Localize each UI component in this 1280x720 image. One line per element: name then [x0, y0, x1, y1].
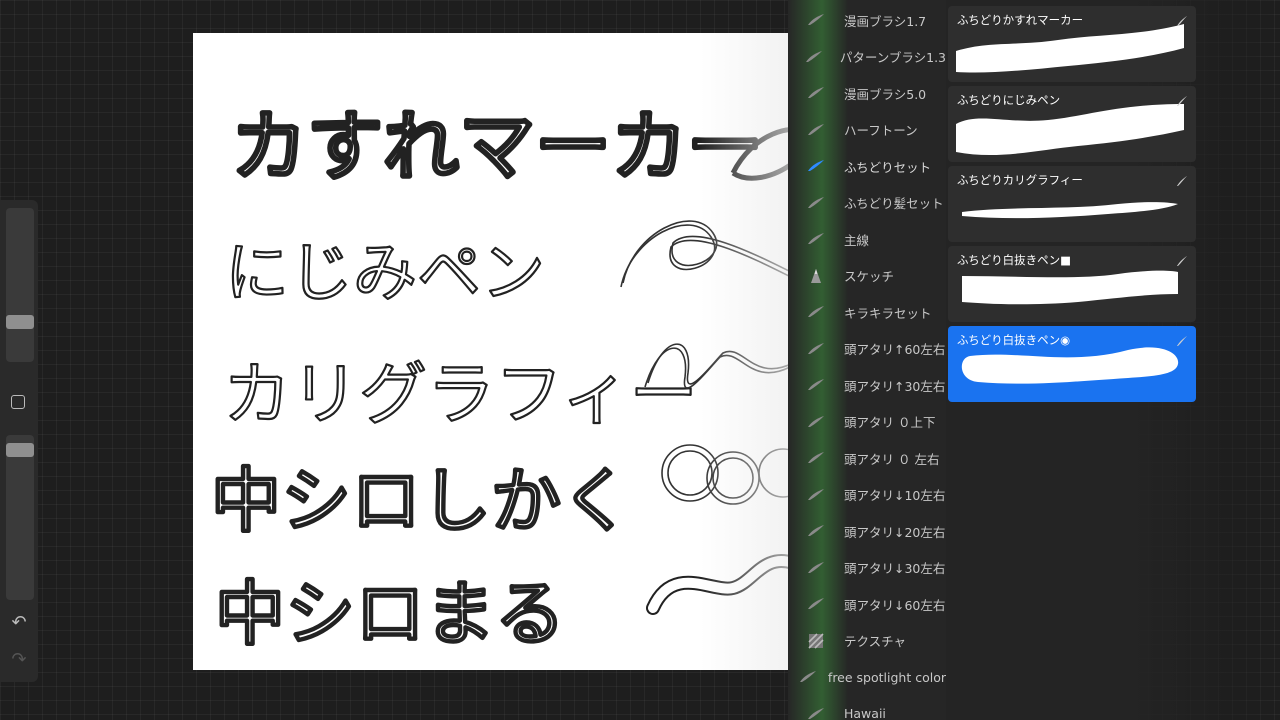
brush-card[interactable]: ふちどりかすれマーカー: [948, 6, 1196, 82]
brush-set-label: 頭アタリ ０ 左右: [844, 451, 940, 467]
brush-type-icon: [1176, 12, 1188, 26]
pencil-tip-icon: [788, 258, 844, 294]
brush-set-item[interactable]: 頭アタリ ０上下: [788, 404, 946, 440]
brush-set-item[interactable]: ハーフトーン: [788, 112, 946, 148]
canvas-line-round: 中シロまる: [215, 573, 565, 655]
brush-set-icon: [788, 586, 844, 622]
brush-set-item[interactable]: 頭アタリ↑30左右: [788, 367, 946, 403]
brush-set-icon: [788, 75, 844, 111]
brush-type-icon: [1176, 252, 1188, 266]
brush-set-label: 主線: [844, 232, 870, 248]
brush-set-label: Hawaii: [844, 706, 886, 720]
brush-set-icon: [788, 513, 844, 549]
undo-icon[interactable]: ↶: [9, 613, 29, 633]
brush-set-item[interactable]: Hawaii: [788, 696, 946, 720]
brush-set-icon: [788, 221, 844, 257]
brush-set-item[interactable]: パターンブラシ1.3: [788, 39, 946, 75]
brush-set-icon: [788, 550, 844, 586]
brush-set-item[interactable]: free spotlight color: [788, 659, 946, 695]
brush-size-thumb[interactable]: [6, 315, 34, 329]
brush-list: ふちどりかすれマーカー ふちどりにじみペンふちどりカリグラフィー ふちどり白抜きペン…: [948, 0, 1196, 720]
brush-set-icon: [788, 185, 844, 221]
brush-set-label: 頭アタリ↑60左右: [844, 342, 946, 357]
brush-type-icon: [1176, 332, 1188, 346]
opacity-thumb[interactable]: [6, 443, 34, 457]
brush-set-label: 頭アタリ↓60左右: [844, 597, 946, 613]
modify-button[interactable]: [11, 395, 25, 409]
brush-name: ふちどり白抜きペン■: [957, 253, 1072, 267]
brush-name: ふちどり白抜きペン◉: [957, 333, 1071, 347]
brush-set-label: ふちどり髪セット: [844, 196, 944, 211]
brush-set-label: スケッチ: [844, 269, 895, 284]
brush-set-label: 頭アタリ↓30左右: [844, 561, 946, 576]
brush-set-item[interactable]: 頭アタリ↓20左右: [788, 513, 946, 549]
brush-set-label: ふちどりセット: [844, 159, 932, 175]
texture-icon: [788, 623, 844, 659]
brush-type-icon: [1176, 172, 1188, 186]
brush-set-label: ハーフトーン: [844, 123, 918, 138]
brush-sets-list: 漫画ブラシ1.7 パターンブラシ1.3 漫画ブラシ5.0 ハーフトーン ふちどりセットふ…: [788, 0, 946, 720]
brush-type-icon: [1176, 92, 1188, 106]
brush-size-slider[interactable]: [6, 208, 34, 362]
brush-set-item[interactable]: スケッチ: [788, 258, 946, 294]
brush-set-icon: [788, 367, 844, 403]
brush-set-label: パターンブラシ1.3: [839, 50, 946, 65]
brush-set-item[interactable]: 頭アタリ↓60左右: [788, 586, 946, 622]
brush-set-icon: [788, 112, 844, 148]
brush-name: ふちどりかすれマーカー: [957, 13, 1084, 27]
brush-set-icon: [788, 404, 844, 440]
brush-set-icon: [788, 659, 828, 695]
brush-set-item[interactable]: 頭アタリ ０ 左右: [788, 440, 946, 476]
brush-set-icon: [788, 294, 844, 330]
brush-set-icon: [788, 696, 844, 720]
brush-set-icon: [788, 2, 844, 38]
brush-card[interactable]: ふちどり白抜きペン◉: [948, 326, 1196, 402]
brush-card[interactable]: ふちどりにじみペン: [948, 86, 1196, 162]
brush-set-label: free spotlight color: [827, 669, 946, 685]
brush-set-item[interactable]: 頭アタリ↑60左右: [788, 331, 946, 367]
left-sidebar: ↶ ↷: [0, 200, 38, 682]
canvas-line-calligraphy: カリグラフィー: [223, 356, 698, 435]
brush-name: ふちどりカリグラフィー: [957, 173, 1083, 187]
brush-set-item[interactable]: 主線: [788, 221, 946, 257]
brush-set-item[interactable]: テクスチャ: [788, 623, 946, 659]
brush-set-item[interactable]: 頭アタリ↓30左右: [788, 550, 946, 586]
brush-set-label: 漫画ブラシ1.7: [844, 13, 927, 29]
brush-set-label: 頭アタリ↓20左右: [844, 524, 946, 540]
brush-set-label: 頭アタリ↓10左右: [844, 488, 946, 503]
brush-set-item[interactable]: キラキラセット: [788, 294, 946, 330]
brush-set-icon: [788, 477, 844, 513]
canvas-line-square: 中シロしかく: [211, 460, 631, 542]
brush-set-icon: [788, 39, 840, 75]
brush-set-icon: [788, 148, 844, 184]
brush-set-label: 頭アタリ↑30左右: [844, 378, 946, 394]
brush-set-item[interactable]: 頭アタリ↓10左右: [788, 477, 946, 513]
brush-set-icon: [788, 331, 844, 367]
canvas-line-marker: カすれマーカー: [231, 102, 763, 191]
brush-set-label: 漫画ブラシ5.0: [844, 86, 927, 102]
opacity-slider[interactable]: [6, 435, 34, 600]
brush-set-label: テクスチャ: [844, 634, 907, 649]
canvas-line-nijimi: にじみペン: [225, 237, 545, 311]
redo-icon[interactable]: ↷: [9, 650, 29, 670]
brush-set-icon: [788, 440, 844, 476]
brush-set-item[interactable]: 漫画ブラシ5.0: [788, 75, 946, 111]
brush-card[interactable]: ふちどり白抜きペン■: [948, 246, 1196, 322]
brush-set-item[interactable]: ふちどりセット: [788, 148, 946, 184]
brush-set-item[interactable]: ふちどり髪セット: [788, 185, 946, 221]
brush-set-item[interactable]: 漫画ブラシ1.7: [788, 2, 946, 38]
brush-set-label: キラキラセット: [844, 305, 932, 321]
brush-card[interactable]: ふちどりカリグラフィー: [948, 166, 1196, 242]
brush-name: ふちどりにじみペン: [957, 93, 1061, 107]
brush-set-label: 頭アタリ ０上下: [844, 415, 936, 430]
